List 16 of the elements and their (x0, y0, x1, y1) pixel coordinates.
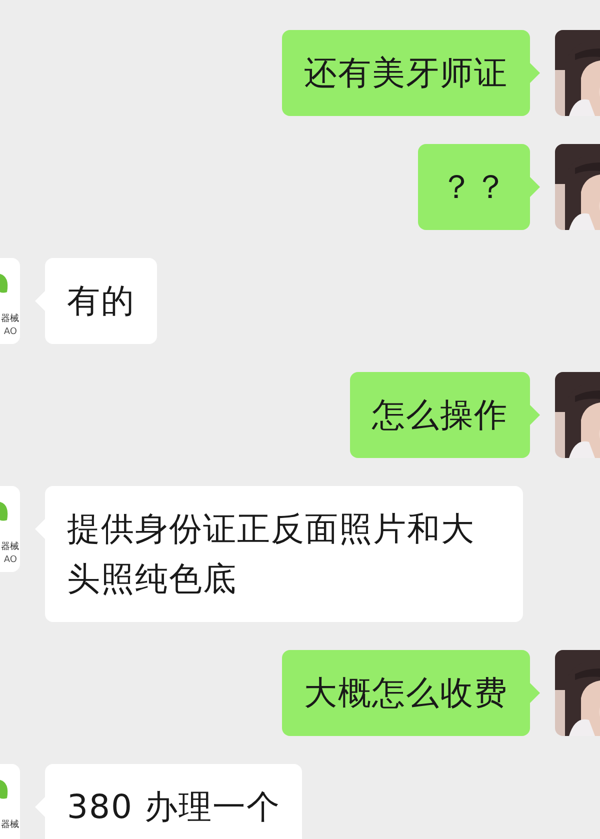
bubble-tail-icon (530, 63, 540, 83)
bubble-tail-icon (530, 683, 540, 703)
message-bubble: 有的 (45, 258, 157, 344)
logo-text: AO (4, 328, 17, 337)
bubble-tail-icon (530, 405, 540, 425)
logo-text: AO (4, 556, 17, 565)
logo-text: 器械 (1, 821, 19, 830)
logo-text: 器械 (1, 315, 19, 324)
bubble-tail-icon (530, 177, 540, 197)
message-bubble: 还有美牙师证 (282, 30, 530, 116)
message-bubble: 提供身份证正反面照片和大头照纯色底 (45, 486, 523, 622)
logo-text: 器械 (1, 543, 19, 552)
message-bubble: 怎么操作 (350, 372, 530, 458)
message-bubble: 380 办理一个 (45, 764, 302, 839)
message-bubble: ？？ (418, 144, 530, 230)
message-bubble: 大概怎么收费 (282, 650, 530, 736)
